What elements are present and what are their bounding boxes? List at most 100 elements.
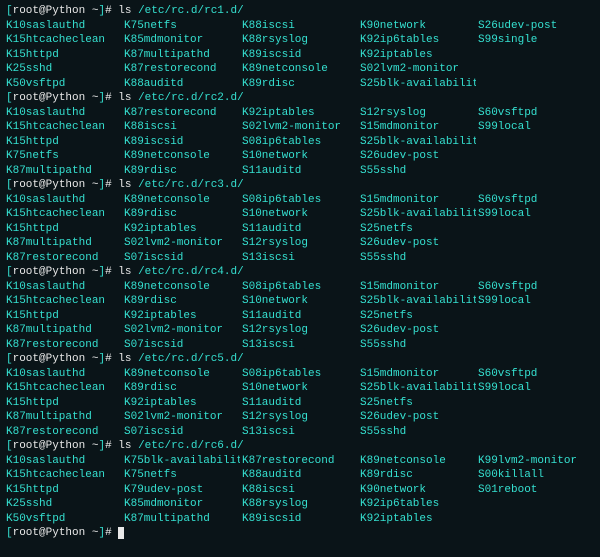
ls-entry: K89rdisc — [124, 164, 240, 179]
ls-entry: K75netfs — [124, 19, 240, 34]
ls-entry: K15htcacheclean — [6, 120, 122, 135]
ls-entry: S07iscsid — [124, 251, 240, 266]
ls-entry: S02lvm2-monitor — [124, 323, 240, 338]
ls-entry: K89rdisc — [242, 77, 358, 92]
prompt-line[interactable]: [root@Python ~]# ls /etc/rc.d/rc6.d/ — [6, 440, 244, 452]
ls-entry: K89iscsid — [242, 512, 358, 527]
ls-entry: K25sshd — [6, 62, 122, 77]
prompt-line[interactable]: [root@Python ~]# ls /etc/rc.d/rc4.d/ — [6, 266, 244, 278]
ls-entry: K15httpd — [6, 48, 122, 63]
ls-entry — [478, 396, 594, 411]
ls-entry: K75blk-availability — [124, 454, 240, 469]
prompt-host: Python — [46, 92, 86, 104]
ls-entry: K89netconsole — [124, 193, 240, 208]
prompt-line[interactable]: [root@Python ~]# — [6, 527, 124, 539]
ls-entry: S60vsftpd — [478, 193, 594, 208]
command-line: [root@Python ~]# ls /etc/rc.d/rc5.d/ — [6, 352, 594, 367]
ls-entry — [478, 135, 594, 150]
ls-entry — [478, 149, 594, 164]
prompt-line[interactable]: [root@Python ~]# ls /etc/rc.d/rc5.d/ — [6, 353, 244, 365]
prompt-at: @ — [39, 5, 46, 17]
ls-entry: K88iscsi — [242, 483, 358, 498]
ls-entry: K15httpd — [6, 222, 122, 237]
ls-output: K10saslauthdK75blk-availabilityK87restor… — [6, 454, 594, 527]
ls-entry: S99local — [478, 120, 594, 135]
ls-entry — [478, 251, 594, 266]
ls-entry: K15httpd — [6, 309, 122, 324]
prompt-at: @ — [39, 527, 46, 539]
ls-entry: K89iscsid — [242, 48, 358, 63]
ls-entry: K87multipathd — [124, 48, 240, 63]
command-text: ls — [118, 5, 138, 17]
ls-entry — [478, 512, 594, 527]
ls-entry: K99lvm2-monitor — [478, 454, 594, 469]
prompt-host: Python — [46, 527, 86, 539]
ls-entry: S15mdmonitor — [360, 120, 476, 135]
ls-entry: S99single — [478, 33, 594, 48]
ls-entry: K87multipathd — [6, 323, 122, 338]
prompt-host: Python — [46, 5, 86, 17]
ls-entry: S25netfs — [360, 396, 476, 411]
ls-entry — [478, 164, 594, 179]
ls-entry: K15httpd — [6, 483, 122, 498]
command-arg: /etc/rc.d/rc2.d/ — [138, 92, 244, 104]
ls-entry: S02lvm2-monitor — [124, 236, 240, 251]
ls-entry: K10saslauthd — [6, 454, 122, 469]
ls-entry: K87restorecond — [6, 425, 122, 440]
prompt-symbol: # — [105, 266, 118, 278]
ls-entry: S15mdmonitor — [360, 280, 476, 295]
prompt-open-bracket: [ — [6, 179, 13, 191]
ls-entry: S13iscsi — [242, 425, 358, 440]
prompt-line[interactable]: [root@Python ~]# ls /etc/rc.d/rc1.d/ — [6, 5, 244, 17]
ls-entry: K75netfs — [6, 149, 122, 164]
ls-entry — [478, 77, 594, 92]
ls-output: K10saslauthdK89netconsoleS08ip6tablesS15… — [6, 280, 594, 353]
ls-entry: S12rsyslog — [242, 410, 358, 425]
ls-entry: S26udev-post — [360, 410, 476, 425]
ls-entry: S25netfs — [360, 309, 476, 324]
ls-entry: S00killall — [478, 468, 594, 483]
prompt-at: @ — [39, 353, 46, 365]
ls-entry: S10network — [242, 381, 358, 396]
command-line[interactable]: [root@Python ~]# — [6, 526, 594, 541]
ls-entry: K89rdisc — [124, 294, 240, 309]
ls-entry: K10saslauthd — [6, 280, 122, 295]
ls-entry: K87multipathd — [6, 236, 122, 251]
ls-entry: S02lvm2-monitor — [242, 120, 358, 135]
prompt-line[interactable]: [root@Python ~]# ls /etc/rc.d/rc3.d/ — [6, 179, 244, 191]
ls-entry: K85mdmonitor — [124, 497, 240, 512]
prompt-open-bracket: [ — [6, 266, 13, 278]
ls-entry: S60vsftpd — [478, 367, 594, 382]
ls-entry: S10network — [242, 149, 358, 164]
ls-entry: S55sshd — [360, 164, 476, 179]
prompt-user: root — [13, 179, 39, 191]
ls-entry: S25netfs — [360, 222, 476, 237]
ls-entry: S02lvm2-monitor — [124, 410, 240, 425]
ls-entry: S26udev-post — [360, 149, 476, 164]
prompt-host: Python — [46, 353, 86, 365]
ls-entry: K88rsyslog — [242, 33, 358, 48]
ls-entry: K15htcacheclean — [6, 207, 122, 222]
ls-entry: S26udev-post — [360, 236, 476, 251]
ls-entry: K87restorecond — [242, 454, 358, 469]
ls-entry: K25sshd — [6, 497, 122, 512]
ls-entry: K10saslauthd — [6, 19, 122, 34]
ls-entry: K15httpd — [6, 396, 122, 411]
ls-entry: S26udev-post — [360, 323, 476, 338]
prompt-open-bracket: [ — [6, 5, 13, 17]
ls-entry: K89netconsole — [242, 62, 358, 77]
command-line: [root@Python ~]# ls /etc/rc.d/rc4.d/ — [6, 265, 594, 280]
ls-entry: K92ip6tables — [360, 497, 476, 512]
ls-entry — [478, 222, 594, 237]
ls-entry: S08ip6tables — [242, 367, 358, 382]
ls-entry: K15htcacheclean — [6, 381, 122, 396]
ls-entry: K87restorecond — [6, 338, 122, 353]
prompt-at: @ — [39, 92, 46, 104]
ls-entry: K88auditd — [124, 77, 240, 92]
ls-entry: S11auditd — [242, 309, 358, 324]
ls-entry — [478, 425, 594, 440]
ls-entry: K79udev-post — [124, 483, 240, 498]
prompt-line[interactable]: [root@Python ~]# ls /etc/rc.d/rc2.d/ — [6, 92, 244, 104]
ls-entry: K15htcacheclean — [6, 468, 122, 483]
cursor — [118, 527, 124, 539]
